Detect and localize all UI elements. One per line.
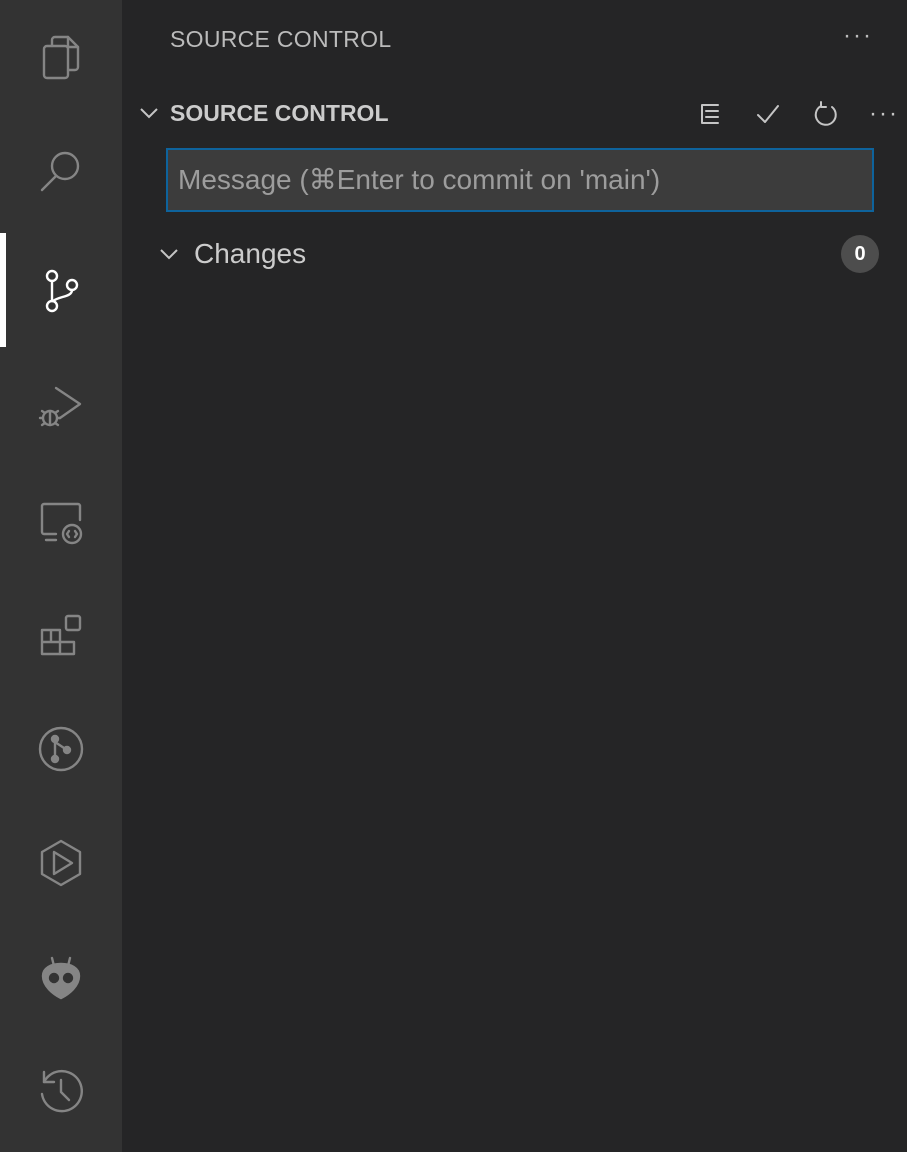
refresh-icon [814,101,837,126]
timeline-icon [40,1069,83,1113]
sidebar-more-actions-button[interactable]: ··· [843,22,873,50]
commit-button[interactable] [745,96,791,132]
changes-count-badge: 0 [841,235,879,273]
activity-search[interactable] [0,114,122,228]
changes-label: Changes [194,238,307,269]
section-actions: ··· [675,96,907,132]
source-control-icon [45,269,79,313]
list-tree-icon [701,104,719,124]
extensions-icon [40,614,82,656]
activity-platformio[interactable] [0,920,122,1034]
activity-git-graph[interactable] [0,692,122,806]
changes-group[interactable]: Changes 0 [122,230,907,278]
check-icon [757,105,779,123]
activity-explorer[interactable] [0,0,122,114]
search-icon [40,151,80,192]
activity-source-control[interactable] [0,233,122,347]
activity-remote-explorer[interactable] [0,464,122,578]
source-control-section-header[interactable]: SOURCE CONTROL ··· [122,92,907,134]
source-control-sidebar: SOURCE CONTROL ··· SOURCE CONTROL ··· Me… [122,0,907,1152]
activity-extensions[interactable] [0,578,122,692]
section-title: SOURCE CONTROL [170,100,389,126]
activity-live-share[interactable] [0,806,122,920]
activity-run-debug[interactable] [0,350,122,464]
sidebar-title: SOURCE CONTROL [170,26,392,52]
activity-bar [0,0,122,1152]
section-more-actions-button[interactable]: ··· [861,96,907,132]
live-share-icon [40,839,82,887]
commit-message-input[interactable] [166,148,874,212]
explorer-icon [42,35,80,80]
remote-explorer-icon [40,502,83,545]
vscode-window: SOURCE CONTROL ··· SOURCE CONTROL ··· Me… [0,0,907,1152]
platformio-icon [41,956,81,1000]
chevron-down-icon [160,249,178,260]
run-debug-icon [38,386,82,427]
activity-timeline[interactable] [0,1034,122,1148]
view-as-tree-button[interactable] [687,96,733,132]
git-graph-icon [38,726,84,772]
refresh-button[interactable] [803,96,849,132]
chevron-down-icon [140,108,158,119]
